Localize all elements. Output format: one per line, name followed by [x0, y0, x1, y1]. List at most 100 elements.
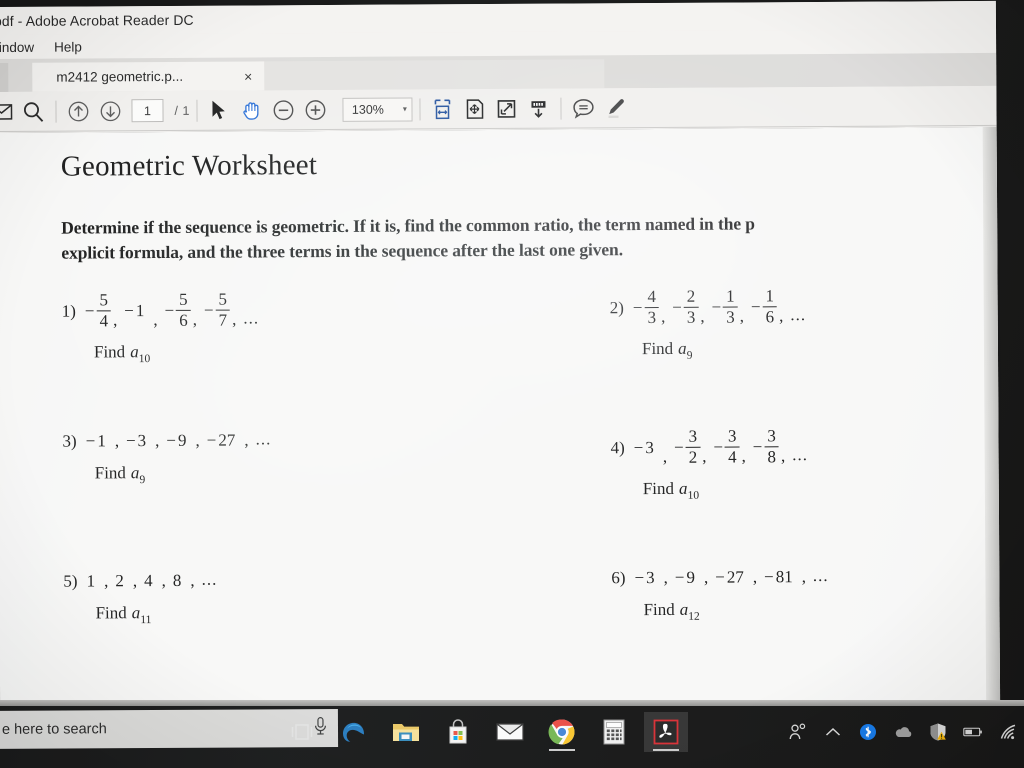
- task-view-icon[interactable]: [280, 712, 324, 752]
- ellipsis: ...: [243, 308, 260, 328]
- term-separator: ,: [232, 309, 237, 329]
- worksheet-content: Geometric Worksheet Determine if the seq…: [0, 127, 1000, 709]
- zoom-in-icon[interactable]: [301, 94, 331, 124]
- minus-sign: −: [715, 567, 725, 587]
- file-explorer-icon[interactable]: [384, 712, 428, 752]
- page-number-input[interactable]: 1: [131, 99, 164, 123]
- arrow-up-circle-icon[interactable]: [63, 96, 93, 126]
- fit-width-icon[interactable]: [428, 94, 458, 124]
- find-subscript: 11: [140, 613, 152, 626]
- term-separator: ,: [702, 446, 707, 466]
- find-variable: a: [678, 338, 687, 358]
- sequence-expression: 2) −4 3, −2 3, −1 3, −1 6,...: [610, 286, 807, 328]
- people-icon[interactable]: [788, 722, 808, 742]
- sequence-term: 8: [173, 571, 189, 590]
- arrow-down-circle-icon[interactable]: [95, 96, 125, 126]
- problem-4: 4) −3, −3 2, −3 4, −3 8,... Find a 10: [610, 426, 808, 502]
- whole-number: 9: [686, 567, 696, 588]
- pdf-page: Geometric Worksheet Determine if the seq…: [0, 126, 1001, 710]
- fraction: 23: [683, 286, 699, 327]
- sequence-term: −4 3: [632, 287, 659, 328]
- find-subscript: 9: [139, 473, 146, 486]
- hand-icon[interactable]: [237, 95, 267, 125]
- system-tray: [788, 710, 1018, 754]
- menu-item-window[interactable]: Window: [0, 39, 34, 54]
- reader-toolbar: 1 / 1 130% ▾: [0, 85, 997, 133]
- find-term-label: Find a 9: [641, 338, 693, 362]
- document-scroll-area[interactable]: Geometric Worksheet Determine if the seq…: [0, 126, 1001, 710]
- window-title: .pdf - Adobe Acrobat Reader DC: [0, 11, 194, 30]
- fraction-denominator: 3: [647, 308, 657, 328]
- find-term-label: Find a 11: [96, 603, 152, 626]
- instructions-line-2: explicit formula, and the three terms in…: [61, 239, 623, 263]
- sequence-term: −3 2: [674, 426, 701, 468]
- microsoft-store-icon[interactable]: [436, 712, 480, 752]
- term-separator: ,: [739, 306, 745, 326]
- sequence-expression: 5) 1, 2, 4, 8,...: [63, 569, 217, 591]
- toolbar-divider-1: [55, 100, 57, 123]
- battery-icon[interactable]: [963, 722, 983, 742]
- close-icon[interactable]: ×: [240, 68, 256, 84]
- term-separator: ,: [132, 570, 138, 590]
- onedrive-icon[interactable]: [893, 722, 913, 742]
- mail-icon[interactable]: [488, 712, 532, 752]
- whole-number: 3: [646, 568, 655, 588]
- tab-tools-partial[interactable]: s: [0, 62, 9, 93]
- fit-page-icon[interactable]: [460, 94, 490, 124]
- full-screen-icon[interactable]: [492, 93, 522, 123]
- term-separator: ,: [190, 570, 195, 590]
- chevron-down-icon: ▾: [402, 104, 407, 114]
- sequence-expression: 6) −3, −9, −27, −81,...: [611, 565, 829, 588]
- term-separator: ,: [663, 567, 668, 587]
- minus-sign: −: [164, 300, 175, 320]
- calculator-icon[interactable]: [592, 712, 636, 752]
- menu-item-help[interactable]: Help: [54, 39, 82, 54]
- sequence-expression: 3) −1, −3, −9, −27,...: [62, 429, 271, 451]
- security-shield-warning-icon[interactable]: [928, 722, 948, 742]
- problem-list: 1) −5 4, −1, −5 6, −5 7,... Find a 10 2) −4 3, −2 3, −1…: [62, 286, 974, 700]
- tab-active-label: m2412 geometric.p...: [56, 68, 184, 85]
- comment-icon[interactable]: [569, 93, 599, 123]
- problem-2: 2) −4 3, −2 3, −1 3, −1 6,... Find a 9: [610, 286, 807, 362]
- email-icon[interactable]: [0, 96, 17, 126]
- scroll-mode-icon[interactable]: [524, 93, 554, 123]
- wifi-icon[interactable]: [998, 722, 1018, 742]
- highlight-pen-icon[interactable]: [601, 93, 631, 123]
- cursor-arrow-icon[interactable]: [205, 95, 235, 125]
- problem-5: 5) 1, 2, 4, 8,... Find a 11: [63, 569, 217, 626]
- fraction-numerator: 5: [218, 289, 228, 309]
- find-subscript: 10: [138, 352, 151, 365]
- sequence-term: −3 8: [753, 426, 779, 467]
- whole-number: 3: [645, 437, 654, 457]
- ellipsis: ...: [792, 444, 808, 464]
- fraction-numerator: 5: [179, 289, 188, 309]
- fraction-denominator: 6: [765, 307, 775, 327]
- whole-number: 1: [97, 431, 106, 451]
- windows-taskbar: e here to search: [0, 706, 1024, 768]
- tab-m2412-geometric[interactable]: m2412 geometric.p... ×: [32, 61, 265, 92]
- sequence-expression: 1) −5 4, −1, −5 6, −5 7,...: [62, 289, 260, 331]
- search-icon[interactable]: [18, 96, 48, 126]
- ellipsis: ...: [812, 565, 829, 585]
- sequence-expression: 4) −3, −3 2, −3 4, −3 8,...: [610, 426, 808, 468]
- zoom-level-dropdown[interactable]: 130% ▾: [342, 96, 413, 122]
- sequence-term: −3: [634, 437, 661, 457]
- show-hidden-icons-chevron[interactable]: [823, 722, 843, 742]
- acrobat-reader-icon[interactable]: [644, 712, 688, 752]
- acrobat-reader-window: .pdf - Adobe Acrobat Reader DC Window He…: [0, 0, 1001, 710]
- fraction-denominator: 2: [688, 448, 698, 468]
- fraction-numerator: 1: [726, 286, 735, 306]
- toolbar-divider-2: [196, 99, 198, 122]
- chrome-icon[interactable]: [540, 712, 584, 752]
- fraction: 43: [644, 287, 659, 328]
- zoom-out-icon[interactable]: [269, 95, 299, 125]
- edge-icon[interactable]: [332, 712, 376, 752]
- sequence-term: 2: [115, 571, 131, 590]
- toolbar-divider-3: [419, 97, 421, 120]
- bluetooth-icon[interactable]: [858, 722, 878, 742]
- sequence-term: −5 4: [85, 290, 111, 331]
- term-separator: ,: [752, 567, 758, 587]
- minus-sign: −: [632, 297, 643, 317]
- fraction-numerator: 3: [727, 426, 737, 446]
- find-word: Find: [641, 338, 674, 358]
